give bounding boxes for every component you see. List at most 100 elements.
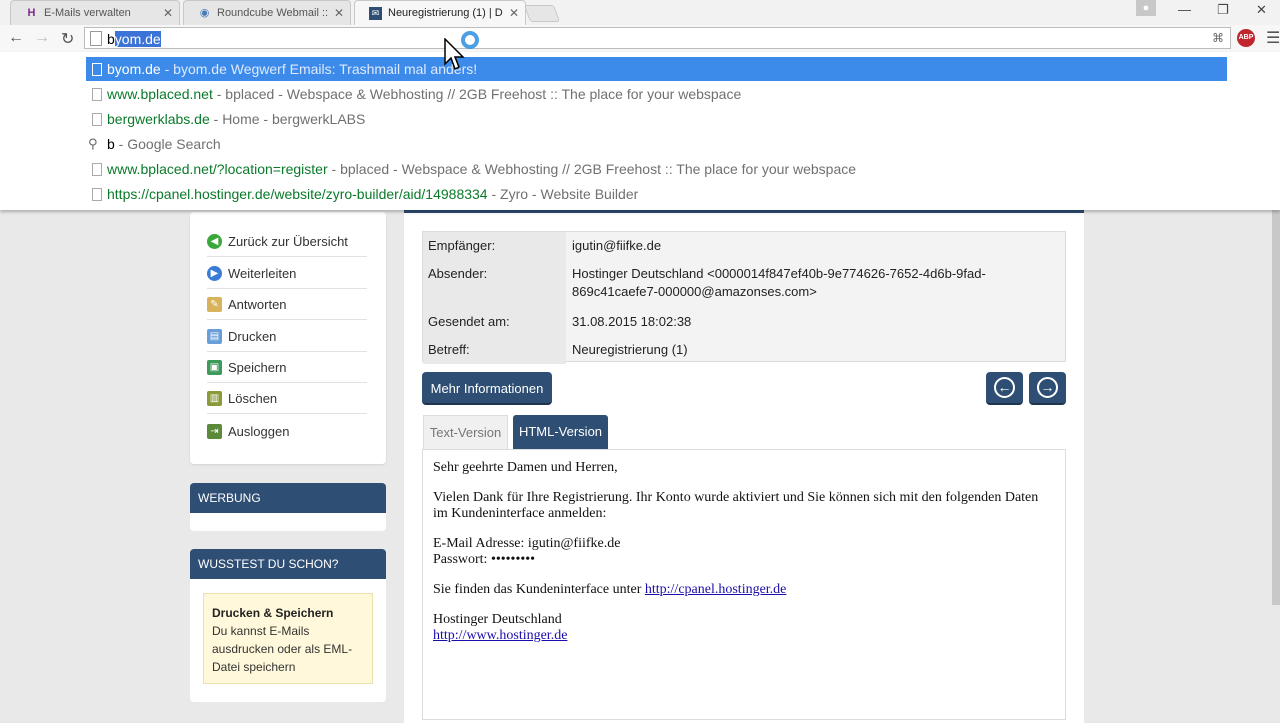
actions-panel: ◀ Zurück zur Übersicht ▶ Weiterleiten ✎ … [190, 212, 386, 464]
suggestion-title: bplaced - Webspace & Webhosting // 2GB F… [225, 86, 742, 102]
menu-icon[interactable]: ☰ [1266, 28, 1280, 48]
suggestion-item[interactable]: bergwerklabs.de - Home - bergwerkLABS [86, 107, 1227, 131]
tab-title: Roundcube Webmail :: Ini [217, 7, 328, 19]
tab-email-manage[interactable]: H E-Mails verwalten ✕ [10, 0, 180, 25]
mail-cp-text: Sie finden das Kundeninterface unter [433, 582, 645, 597]
mail-icon: ✉ [369, 6, 382, 20]
close-icon[interactable]: ✕ [334, 6, 344, 20]
hostinger-icon: H [27, 6, 36, 19]
omnibox-suggestions: byom.de - byom.de Wegwerf Emails: Trashm… [0, 52, 1280, 210]
mail-body: Sehr geehrte Damen und Herren, Vielen Da… [422, 449, 1066, 720]
address-autocomplete: yom.de [114, 31, 161, 47]
sidebar-item-print[interactable]: ▤ Drucken [207, 322, 367, 352]
address-text[interactable]: byom.de [107, 31, 161, 47]
address-bar[interactable]: byom.de ⌘ [84, 27, 1231, 49]
suggestion-item[interactable]: ⚲ b - Google Search [86, 132, 1227, 156]
mail-password-line: Passwort: ••••••••• [433, 552, 536, 567]
suggestion-title: Zyro - Website Builder [500, 186, 639, 202]
suggestion-sep: - [160, 61, 174, 77]
header-value: 31.08.2015 18:02:38 [572, 314, 692, 329]
sidebar-item-back[interactable]: ◀ Zurück zur Übersicht [207, 227, 367, 257]
suggestion-url: www.bplaced.net/?location=register [107, 161, 328, 177]
arrow-right-icon: → [1037, 377, 1058, 398]
suggestion-sep: - [114, 136, 128, 152]
mail-header-table: Empfänger: igutin@fiifke.de Absender: Ho… [422, 231, 1066, 364]
page-icon [92, 113, 102, 126]
tab-neuregistrierung[interactable]: ✉ Neuregistrierung (1) | Disc ✕ [354, 0, 526, 25]
user-profile-icon[interactable]: ● [1136, 0, 1156, 16]
page-icon [92, 163, 102, 176]
restore-icon[interactable]: ❐ [1217, 2, 1229, 18]
suggestion-item[interactable]: byom.de - byom.de Wegwerf Emails: Trashm… [86, 57, 1227, 81]
page-icon [92, 63, 102, 76]
next-mail-button[interactable]: → [1029, 372, 1066, 405]
reply-icon: ✎ [207, 297, 222, 312]
sidebar-item-forward[interactable]: ▶ Weiterleiten [207, 259, 367, 289]
website-link[interactable]: http://www.hostinger.de [433, 628, 567, 643]
tab-html-version[interactable]: HTML-Version [513, 415, 608, 449]
suggestion-item[interactable]: www.bplaced.net/?location=register - bpl… [86, 157, 1227, 181]
sidebar-item-reply[interactable]: ✎ Antworten [207, 290, 367, 320]
mouse-cursor-icon [444, 38, 465, 71]
page-icon [92, 188, 102, 201]
new-tab-button[interactable] [523, 5, 561, 22]
header-row-date: Gesendet am: 31.08.2015 18:02:38 [423, 308, 1065, 336]
mail-cp-line: Sie finden das Kundeninterface unter htt… [433, 582, 1055, 598]
forward-arrow-icon[interactable]: → [34, 29, 50, 47]
suggestion-item[interactable]: https://cpanel.hostinger.de/website/zyro… [86, 182, 1227, 206]
header-value: igutin@fiifke.de [572, 238, 662, 253]
suggestion-sep: - [327, 161, 341, 177]
close-window-icon[interactable]: ✕ [1256, 2, 1267, 18]
header-key: Gesendet am: [423, 308, 566, 336]
mail-greeting: Sehr geehrte Damen und Herren, [433, 460, 618, 475]
more-info-button[interactable]: Mehr Informationen [422, 372, 552, 405]
forward-icon: ▶ [207, 266, 222, 281]
prev-mail-button[interactable]: ← [986, 372, 1023, 405]
suggestion-item[interactable]: www.bplaced.net - bplaced - Webspace & W… [86, 82, 1227, 106]
tab-title: E-Mails verwalten [44, 7, 131, 19]
suggestion-title: Home - bergwerkLABS [222, 111, 366, 127]
close-icon[interactable]: ✕ [163, 6, 173, 20]
translate-icon[interactable]: ⌘ [1212, 31, 1224, 45]
suggestion-sep: - [209, 111, 223, 127]
page-scrollbar[interactable] [1272, 210, 1280, 605]
search-icon: ⚲ [88, 136, 98, 151]
sidebar-item-label: Ausloggen [228, 423, 290, 439]
adblock-icon[interactable]: ABP [1237, 29, 1255, 47]
mail-credentials: E-Mail Adresse: igutin@fiifke.de Passwor… [433, 536, 1055, 568]
sidebar-item-logout[interactable]: ⇥ Ausloggen [207, 416, 367, 446]
suggestion-query: b [107, 136, 115, 152]
header-row-recipient: Empfänger: igutin@fiifke.de [423, 232, 1065, 260]
suggestion-title: byom.de Wegwerf Emails: Trashmail mal an… [173, 61, 478, 77]
header-key: Empfänger: [423, 232, 566, 260]
cpanel-link[interactable]: http://cpanel.hostinger.de [645, 582, 787, 597]
sidebar-item-label: Speichern [228, 360, 287, 375]
sidebar-item-label: Drucken [228, 329, 277, 344]
mail-email-line: E-Mail Adresse: igutin@fiifke.de [433, 536, 621, 551]
tips-panel-title: WUSSTEST DU SCHON? [190, 549, 386, 579]
save-icon: ▣ [207, 360, 222, 375]
tab-roundcube[interactable]: ◉ Roundcube Webmail :: Ini ✕ [183, 0, 351, 25]
header-row-sender: Absender: Hostinger Deutschland <0000014… [423, 260, 1065, 308]
ads-panel-body [190, 513, 386, 531]
header-key: Absender: [423, 260, 566, 308]
back-arrow-icon[interactable]: ← [8, 29, 24, 47]
minimize-icon[interactable]: — [1178, 2, 1191, 17]
mail-paragraph: Vielen Dank für Ihre Registrierung. Ihr … [433, 490, 1039, 521]
header-key: Betreff: [423, 336, 566, 364]
header-value: Neuregistrierung (1) [572, 342, 688, 357]
roundcube-icon: ◉ [199, 6, 210, 19]
reload-icon[interactable]: ↻ [61, 29, 74, 49]
tip-title: Drucken & Speichern [212, 606, 334, 620]
sidebar-item-delete[interactable]: ▥ Löschen [207, 384, 367, 414]
suggestion-url: byom.de [107, 61, 161, 77]
sidebar-item-save[interactable]: ▣ Speichern [207, 353, 367, 383]
tip-text: Du kannst E-Mails ausdrucken oder als EM… [212, 624, 353, 674]
close-icon[interactable]: ✕ [509, 6, 519, 20]
logout-icon: ⇥ [207, 423, 222, 439]
sidebar-item-label: Zurück zur Übersicht [228, 234, 348, 249]
tab-text-version[interactable]: Text-Version [423, 415, 508, 449]
suggestion-sep: - [212, 86, 226, 102]
sidebar-item-label: Weiterleiten [228, 266, 297, 281]
address-typed: b [107, 31, 115, 47]
